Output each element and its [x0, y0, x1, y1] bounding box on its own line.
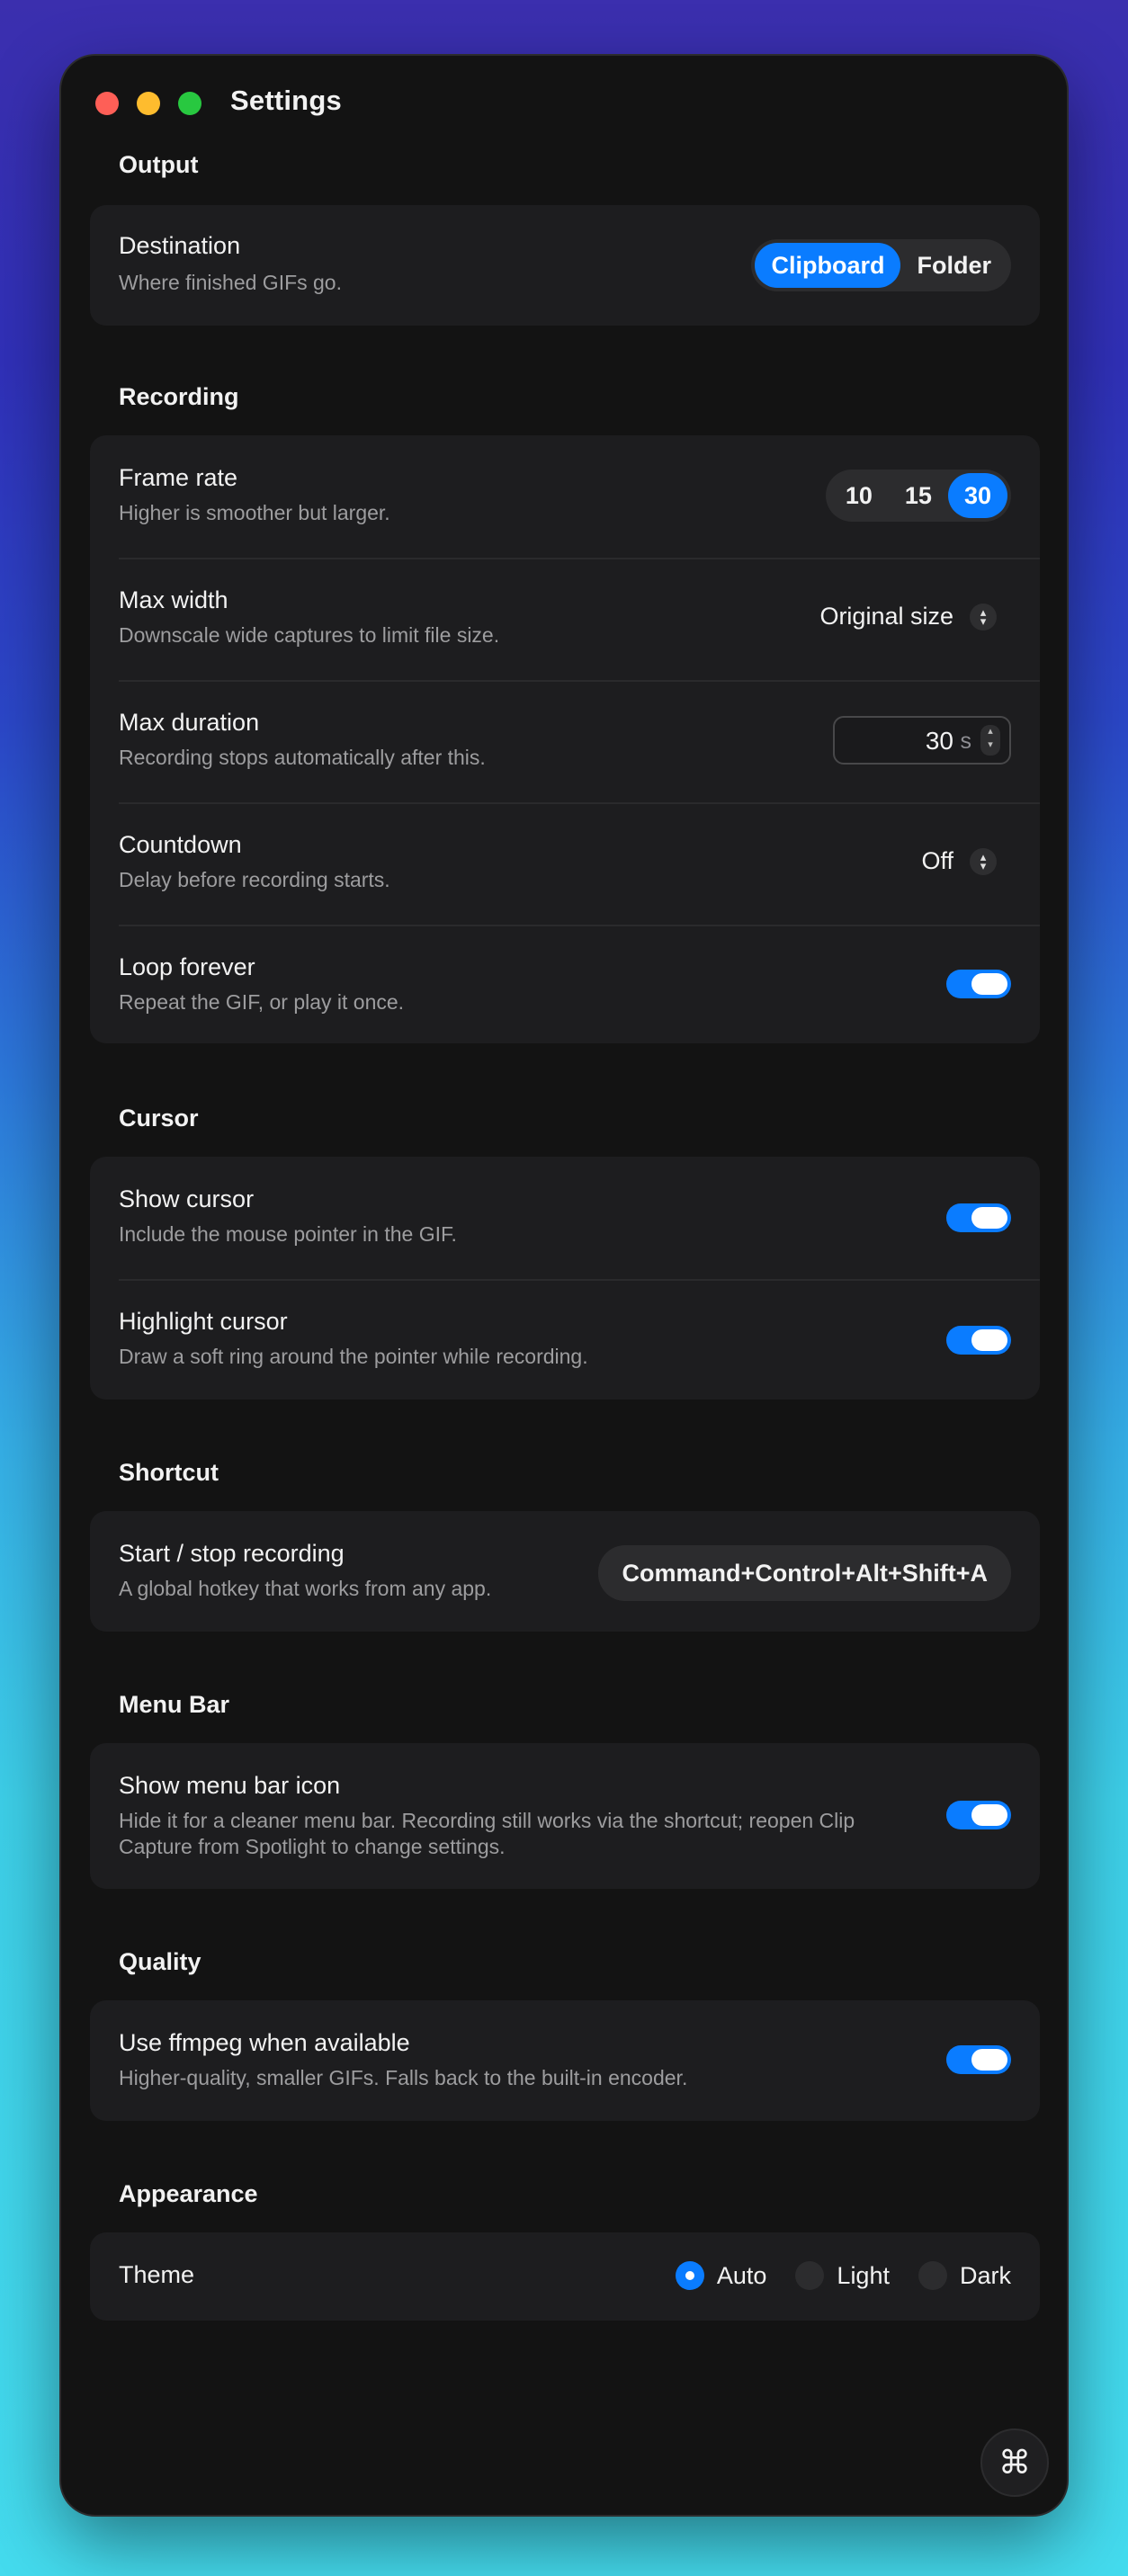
countdown-label: Countdown [119, 831, 242, 858]
max-duration-value[interactable]: 30 [926, 727, 953, 756]
frame-rate-row: Frame rate Higher is smoother but larger… [90, 435, 1040, 558]
start-stop-row: Start / stop recording A global hotkey t… [90, 1511, 1040, 1632]
destination-segmented: Clipboard Folder [751, 239, 1011, 291]
toggle-knob [971, 1329, 1007, 1351]
section-title-quality: Quality [119, 1948, 201, 1975]
shortcut-recorder[interactable]: Command+Control+Alt+Shift+A [598, 1545, 1011, 1601]
ffmpeg-label: Use ffmpeg when available [119, 2029, 410, 2056]
command-icon: ⌘ [998, 2444, 1031, 2481]
settings-window: Settings Output Destination Where finish… [61, 56, 1067, 2515]
highlight-cursor-row: Highlight cursor Draw a soft ring around… [90, 1279, 1040, 1400]
minimize-window-button[interactable] [137, 92, 160, 115]
max-duration-label: Max duration [119, 709, 260, 736]
radio-icon [918, 2261, 947, 2290]
show-cursor-desc: Include the mouse pointer in the GIF. [119, 1222, 457, 1246]
max-duration-unit: s [960, 729, 972, 754]
start-stop-desc: A global hotkey that works from any app. [119, 1577, 492, 1600]
max-duration-stepper[interactable]: 30 s ▴ ▾ [833, 716, 1011, 765]
recording-card: Frame rate Higher is smoother but larger… [90, 435, 1040, 1043]
show-cursor-label: Show cursor [119, 1185, 255, 1212]
frame-rate-label: Frame rate [119, 464, 238, 491]
theme-option-dark[interactable]: Dark [918, 2261, 1011, 2290]
ffmpeg-desc: Higher-quality, smaller GIFs. Falls back… [119, 2066, 688, 2089]
countdown-desc: Delay before recording starts. [119, 868, 390, 891]
quality-card: Use ffmpeg when available Higher-quality… [90, 2000, 1040, 2121]
show-cursor-toggle[interactable] [946, 1203, 1011, 1232]
theme-option-label: Auto [716, 2261, 767, 2289]
stepper-arrows-icon[interactable]: ▴ ▾ [980, 725, 1000, 756]
cursor-card: Show cursor Include the mouse pointer in… [90, 1157, 1040, 1400]
max-width-popup[interactable]: Original size ▴ ▾ [819, 603, 997, 631]
command-icon-button[interactable]: ⌘ [980, 2428, 1049, 2497]
show-menubar-icon-toggle[interactable] [946, 1801, 1011, 1829]
loop-row: Loop forever Repeat the GIF, or play it … [90, 925, 1040, 1043]
output-card: Destination Where finished GIFs go. Clip… [90, 205, 1040, 326]
appearance-card: Theme Auto Light Dark [90, 2232, 1040, 2321]
section-title-shortcut: Shortcut [119, 1459, 219, 1486]
radio-icon [795, 2261, 825, 2290]
section-title-output: Output [119, 151, 199, 178]
theme-option-light[interactable]: Light [795, 2261, 890, 2290]
frame-rate-desc: Higher is smoother but larger. [119, 501, 390, 524]
show-cursor-row: Show cursor Include the mouse pointer in… [90, 1157, 1040, 1279]
destination-label: Destination [119, 232, 241, 259]
max-width-desc: Downscale wide captures to limit file si… [119, 623, 500, 647]
highlight-cursor-label: Highlight cursor [119, 1308, 288, 1335]
loop-desc: Repeat the GIF, or play it once. [119, 990, 405, 1014]
loop-label: Loop forever [119, 953, 255, 980]
countdown-row: Countdown Delay before recording starts.… [90, 802, 1040, 925]
frame-rate-segmented: 10 15 30 [825, 470, 1011, 522]
section-title-appearance: Appearance [119, 2180, 258, 2207]
theme-option-label: Light [837, 2261, 890, 2289]
destination-option-folder[interactable]: Folder [900, 243, 1007, 288]
loop-toggle[interactable] [946, 970, 1011, 998]
max-width-row: Max width Downscale wide captures to lim… [90, 558, 1040, 680]
frame-rate-option-30[interactable]: 30 [947, 473, 1007, 518]
theme-row: Theme Auto Light Dark [90, 2232, 1040, 2321]
countdown-popup[interactable]: Off ▴ ▾ [921, 847, 997, 875]
destination-row: Destination Where finished GIFs go. Clip… [90, 205, 1040, 326]
ffmpeg-row: Use ffmpeg when available Higher-quality… [90, 2000, 1040, 2121]
chevron-up-down-icon: ▴ ▾ [970, 847, 997, 875]
frame-rate-option-10[interactable]: 10 [829, 473, 889, 518]
toggle-knob [971, 1804, 1007, 1826]
show-menubar-icon-desc: Hide it for a cleaner menu bar. Recordin… [119, 1809, 855, 1858]
highlight-cursor-toggle[interactable] [946, 1326, 1011, 1355]
max-duration-desc: Recording stops automatically after this… [119, 746, 486, 769]
theme-option-label: Dark [959, 2261, 1011, 2289]
show-menubar-icon-label: Show menu bar icon [119, 1772, 341, 1799]
chevron-up-down-icon: ▴ ▾ [970, 603, 997, 631]
theme-option-auto[interactable]: Auto [675, 2261, 767, 2290]
max-duration-row: Max duration Recording stops automatical… [90, 680, 1040, 802]
theme-radio-group: Auto Light Dark [647, 2261, 1011, 2290]
toggle-knob [971, 1207, 1007, 1229]
highlight-cursor-desc: Draw a soft ring around the pointer whil… [119, 1345, 588, 1368]
section-title-menu-bar: Menu Bar [119, 1691, 230, 1718]
titlebar: Settings [61, 56, 1067, 146]
radio-selected-icon [675, 2261, 704, 2290]
toggle-knob [971, 2049, 1007, 2071]
section-title-cursor: Cursor [119, 1105, 199, 1131]
ffmpeg-toggle[interactable] [946, 2045, 1011, 2074]
max-width-label: Max width [119, 586, 228, 613]
menubar-card: Show menu bar icon Hide it for a cleaner… [90, 1743, 1040, 1889]
destination-desc: Where finished GIFs go. [119, 271, 342, 294]
destination-option-clipboard[interactable]: Clipboard [755, 243, 901, 288]
toggle-knob [971, 973, 1007, 995]
theme-label: Theme [119, 2261, 195, 2288]
frame-rate-option-15[interactable]: 15 [889, 473, 948, 518]
max-width-value: Original size [819, 603, 953, 630]
countdown-value: Off [921, 847, 953, 874]
shortcut-card: Start / stop recording A global hotkey t… [90, 1511, 1040, 1632]
start-stop-label: Start / stop recording [119, 1540, 345, 1567]
zoom-window-button[interactable] [178, 92, 201, 115]
section-title-recording: Recording [119, 383, 239, 410]
window-title: Settings [230, 85, 342, 116]
close-window-button[interactable] [95, 92, 119, 115]
show-menubar-icon-row: Show menu bar icon Hide it for a cleaner… [90, 1743, 1040, 1889]
